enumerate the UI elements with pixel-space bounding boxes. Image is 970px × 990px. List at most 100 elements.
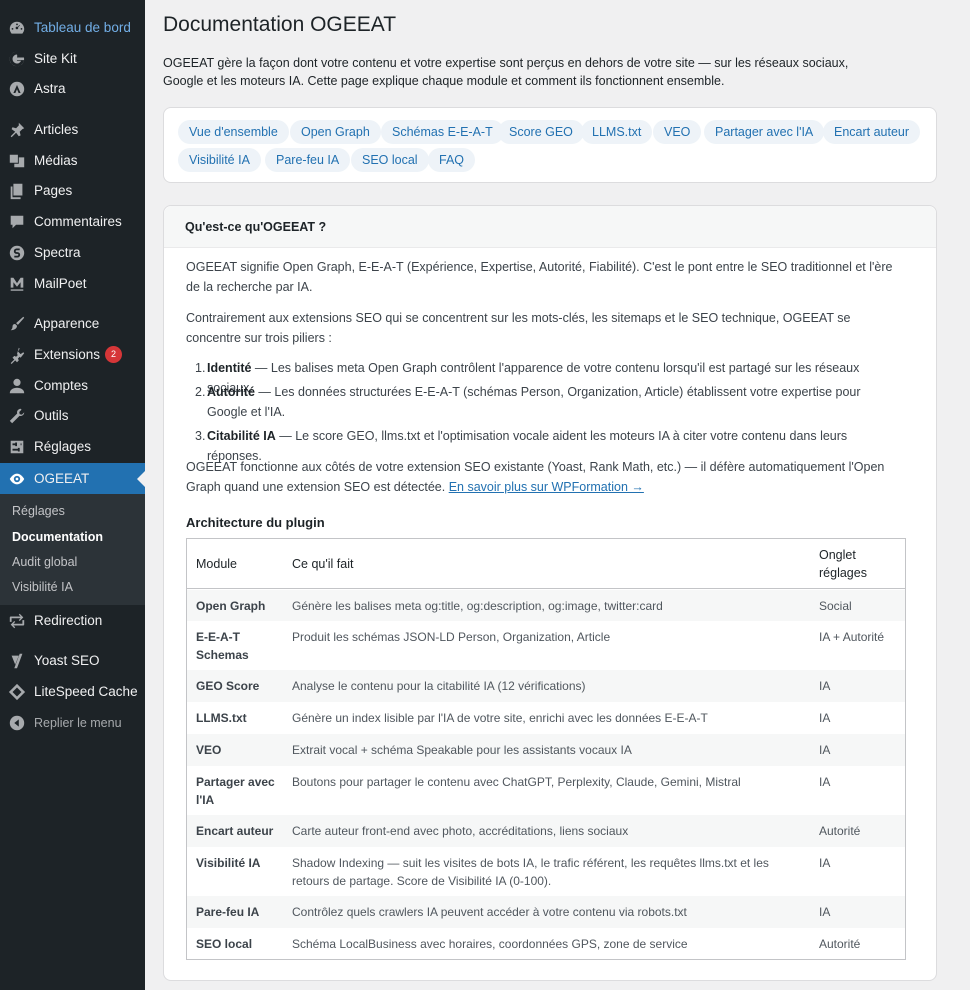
table-cell-desc: Analyse le contenu pour la citabilité IA… [292,679,586,693]
table-cell-desc: Boutons pour partager le contenu avec Ch… [292,775,741,789]
menu-label: Pages [34,183,73,198]
menu-label: Yoast SEO [34,653,100,668]
menu-redirection[interactable]: Redirection [0,605,145,636]
submenu-documentation[interactable]: Documentation [12,530,103,544]
menu-extensions[interactable]: Extensions 2 [0,339,145,370]
table-row: Encart auteur Carte auteur front-end avec… [187,815,905,847]
overview-paragraph: OGEEAT signifie Open Graph, E-E-A-T (Exp… [186,260,893,294]
pillar-item: 2. Autorité — Les données structurées E-… [195,383,895,422]
table-row: Partager avec l'IA Boutons pour partager … [187,766,905,815]
nav-pill-llms-txt[interactable]: LLMS.txt [581,120,653,144]
table-cell-desc: Extrait vocal + schéma Speakable pour le… [292,743,632,757]
menu-label: Spectra [34,245,81,260]
table-cell-tab: Autorité [819,937,861,951]
table-cell-desc: Carte auteur front-end avec photo, accré… [292,824,629,838]
pushpin-icon [0,121,34,139]
menu-reglages[interactable]: Réglages [0,431,145,462]
admin-sidebar: Tableau de bord Site Kit Astra Articles … [0,0,145,990]
menu-label: Commentaires [34,214,122,229]
paintbrush-icon [0,315,34,333]
nav-pill-open-graph[interactable]: Open Graph [290,120,381,144]
table-cell-module: Visibilité IA [196,856,261,870]
nav-pill-ai-visibility[interactable]: Visibilité IA [178,148,261,172]
dashboard-icon [0,19,34,37]
menu-mailpoet[interactable]: MailPoet [0,268,145,299]
update-count-badge: 2 [105,346,123,363]
section-nav: Vue d'ensemble Open Graph Schémas E-E-A-… [163,107,937,183]
nav-pill-overview[interactable]: Vue d'ensemble [178,120,289,144]
mailpoet-icon [0,275,34,293]
menu-litespeed-cache[interactable]: LiteSpeed Cache [0,676,145,707]
menu-label: Redirection [34,613,103,628]
menu-site-kit[interactable]: Site Kit [0,43,145,74]
menu-astra[interactable]: Astra [0,73,145,104]
nav-pill-faq[interactable]: FAQ [428,148,476,172]
pillar-number: 3. [195,429,206,443]
menu-label: Médias [34,153,78,168]
nav-pill-eeat-schemas[interactable]: Schémas E-E-A-T [381,120,504,144]
media-icon [0,152,34,170]
pillar-name: Identité [207,361,252,375]
nav-pill-share-ai[interactable]: Partager avec l'IA [704,120,825,144]
table-cell-module: VEO [196,743,222,757]
menu-dashboard[interactable]: Tableau de bord [0,12,145,43]
menu-label: Tableau de bord [34,20,131,35]
menu-label: Astra [34,81,66,96]
pillars-intro: Contrairement aux extensions SEO qui se … [186,311,851,345]
menu-label: Apparence [34,316,100,331]
wrench-icon [0,407,34,425]
plugin-icon [0,346,34,364]
nav-pill-geo-score[interactable]: Score GEO [498,120,584,144]
comment-icon [0,213,34,231]
table-row: E-E-A-T Schemas Produit les schémas JSON-… [187,621,905,670]
collapse-icon [0,714,34,732]
menu-label: LiteSpeed Cache [34,684,138,699]
main-content: Documentation OGEEAT OGEEAT gère la faço… [145,0,970,990]
menu-articles[interactable]: Articles [0,114,145,145]
nav-pill-veo[interactable]: VEO [653,120,702,144]
user-icon [0,377,34,395]
table-row: SEO local Schéma LocalBusiness avec horai… [187,928,905,960]
redirect-icon [0,612,34,630]
menu-commentaires[interactable]: Commentaires [0,206,145,237]
page-title: Documentation OGEEAT [163,13,397,36]
table-cell-desc: Génère les balises meta og:title, og:des… [292,599,663,613]
table-cell-tab: IA [819,679,831,693]
yoast-icon [0,652,34,670]
menu-ogeeat[interactable]: OGEEAT [0,463,145,494]
table-cell-module: Partager avec l'IA [196,775,275,807]
menu-outils[interactable]: Outils [0,400,145,431]
menu-comptes[interactable]: Comptes [0,370,145,401]
menu-label: MailPoet [34,276,87,291]
menu-label: Replier le menu [34,715,122,730]
collapse-menu-button[interactable]: Replier le menu [0,707,145,738]
ogeeat-icon [0,470,34,488]
learn-more-link[interactable]: En savoir plus sur WPFormation → [449,480,644,494]
menu-label: Comptes [34,378,89,393]
pillar-number: 2. [195,385,206,399]
overview-section: Qu'est-ce qu'OGEEAT ? OGEEAT signifie Op… [163,205,937,981]
menu-spectra[interactable]: Spectra [0,237,145,268]
submenu-reglages[interactable]: Réglages [12,504,65,518]
spectra-icon [0,244,34,262]
table-cell-module: Encart auteur [196,824,274,838]
menu-apparence[interactable]: Apparence [0,308,145,339]
column-header: Ce qu'il fait [292,557,354,571]
menu-yoast-seo[interactable]: Yoast SEO [0,645,145,676]
ogeeat-submenu: Réglages Documentation Audit global Visi… [0,494,145,605]
submenu-audit-global[interactable]: Audit global [12,555,77,569]
table-cell-tab: Social [819,599,852,613]
submenu-visibilite-ia[interactable]: Visibilité IA [12,580,73,594]
nav-pill-ai-firewall[interactable]: Pare-feu IA [265,148,351,172]
nav-pill-local-seo[interactable]: SEO local [351,148,429,172]
menu-medias[interactable]: Médias [0,145,145,176]
nav-pill-author-box[interactable]: Encart auteur [823,120,921,144]
menu-pages[interactable]: Pages [0,175,145,206]
menu-label: Réglages [34,439,92,454]
table-row: Open Graph Génère les balises meta og:tit… [187,590,905,621]
architecture-title: Architecture du plugin [186,515,325,530]
menu-label: OGEEAT [34,471,90,486]
table-cell-desc: Schéma LocalBusiness avec horaires, coor… [292,937,688,951]
table-cell-desc: Génère un index lisible par l'IA de votr… [292,711,708,725]
section-header: Qu'est-ce qu'OGEEAT ? [164,206,936,248]
